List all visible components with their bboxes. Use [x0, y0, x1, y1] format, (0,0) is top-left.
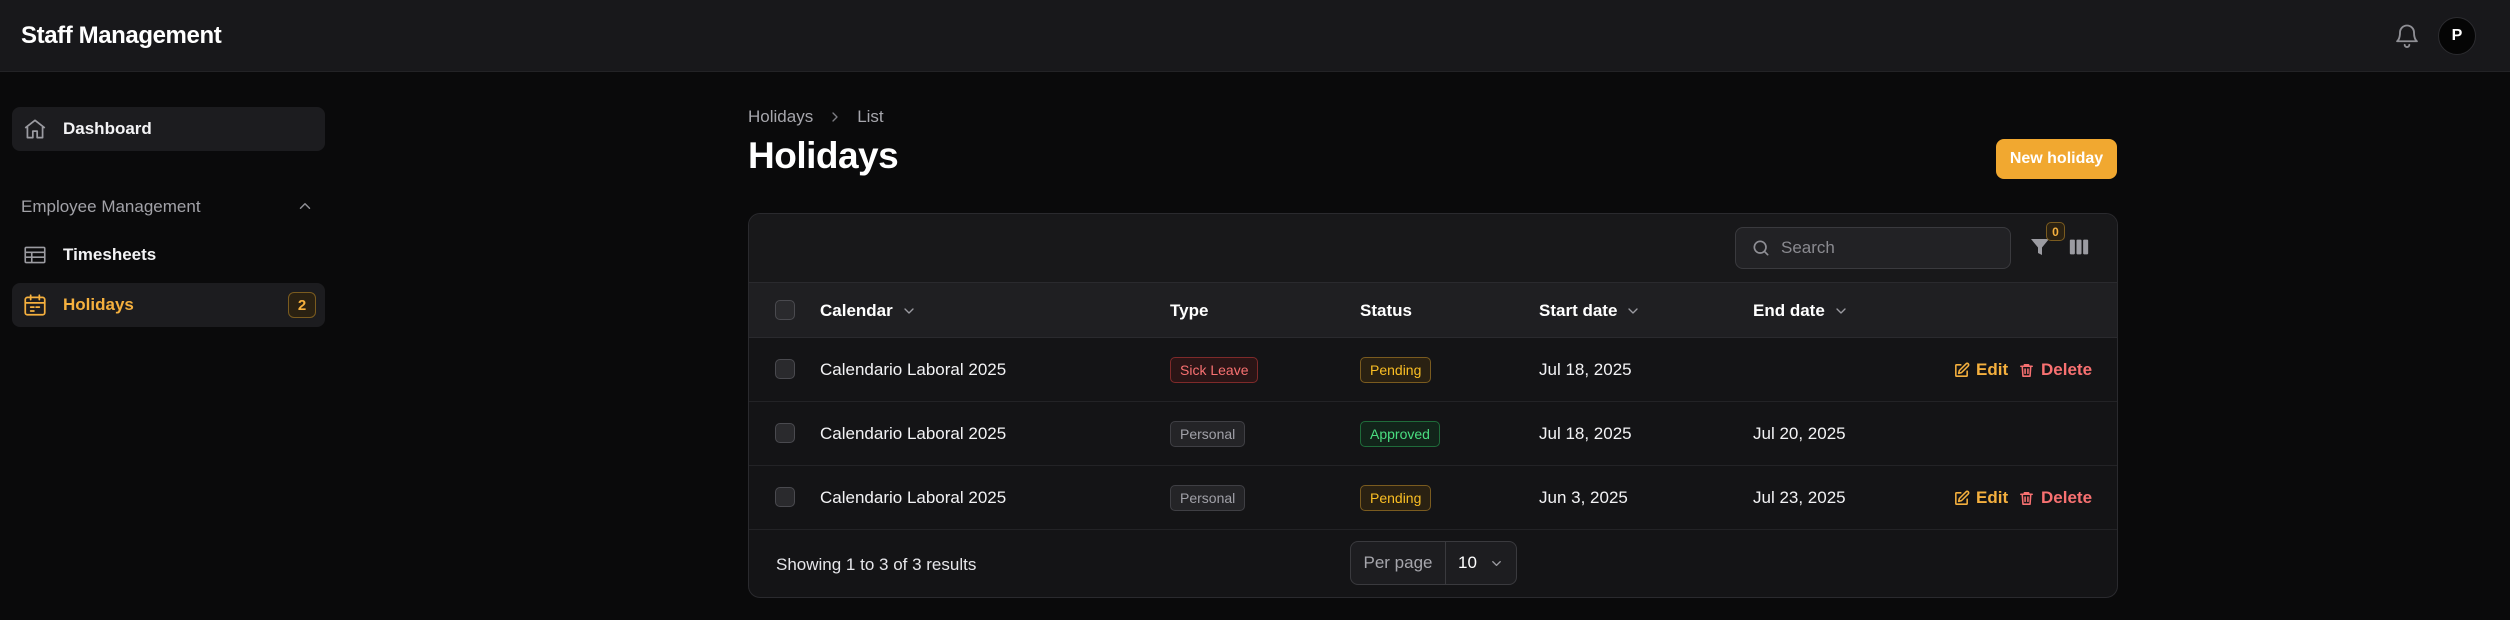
sidebar-item-holidays[interactable]: Holidays 2 — [12, 283, 325, 327]
trash-icon — [2020, 491, 2033, 505]
search-input[interactable] — [1781, 238, 2001, 258]
delete-label: Delete — [2041, 488, 2093, 507]
table-icon — [24, 246, 46, 264]
status-badge: Pending — [1360, 485, 1432, 511]
select-all-checkbox[interactable] — [775, 300, 795, 320]
status-badge: Pending — [1360, 357, 1432, 383]
type-badge: Personal — [1170, 485, 1246, 511]
sidebar: Dashboard Employee Management Timesheets… — [0, 73, 340, 620]
edit-label: Edit — [1976, 360, 2009, 379]
holidays-count-badge: 2 — [288, 292, 316, 318]
cell-start-date: Jun 3, 2025 — [1539, 488, 1628, 507]
trash-icon — [2020, 363, 2033, 377]
sidebar-item-label: Timesheets — [63, 245, 157, 264]
column-header-type: Type — [1170, 301, 1209, 320]
chevron-down-icon — [904, 308, 914, 314]
table-row[interactable]: Calendario Laboral 2025 Personal Pending… — [749, 466, 2117, 530]
holidays-table-card: 0 Calendar Type Status Start date End da… — [748, 213, 2118, 598]
table-row[interactable]: Calendario Laboral 2025 Sick Leave Pendi… — [749, 338, 2117, 402]
column-label: Calendar — [820, 301, 893, 320]
edit-icon — [1955, 490, 1970, 505]
top-bar: Staff Management P — [0, 0, 2510, 72]
per-page-select[interactable]: Per page 10 — [1350, 541, 1517, 585]
column-header-status: Status — [1360, 301, 1412, 320]
sidebar-item-timesheets[interactable]: Timesheets — [12, 233, 325, 277]
type-badge: Personal — [1170, 421, 1246, 447]
delete-label: Delete — [2041, 360, 2093, 379]
per-page-value[interactable]: 10 — [1446, 542, 1516, 584]
cell-start-date: Jul 18, 2025 — [1539, 424, 1632, 443]
row-checkbox[interactable] — [775, 359, 795, 379]
sidebar-group-label: Employee Management — [21, 197, 201, 216]
delete-button[interactable]: Delete — [2018, 488, 2092, 508]
per-page-label: Per page — [1351, 542, 1446, 584]
breadcrumb-holidays[interactable]: Holidays — [748, 107, 813, 127]
search-box[interactable] — [1735, 227, 2011, 269]
edit-icon — [1955, 362, 1970, 377]
cell-end-date: Jul 23, 2025 — [1753, 488, 1846, 507]
chevron-down-icon — [1836, 308, 1846, 314]
delete-button[interactable]: Delete — [2018, 360, 2092, 380]
sidebar-item-dashboard[interactable]: Dashboard — [12, 107, 325, 151]
column-header-calendar[interactable]: Calendar — [820, 283, 917, 339]
column-label: End date — [1753, 301, 1825, 320]
app-title[interactable]: Staff Management — [21, 22, 222, 50]
cell-calendar: Calendario Laboral 2025 — [820, 488, 1007, 507]
filter-count-badge: 0 — [2046, 222, 2065, 241]
sidebar-item-label: Holidays — [63, 295, 134, 314]
table-toolbar: 0 — [749, 214, 2117, 282]
column-label: Start date — [1539, 301, 1618, 320]
chevron-right-icon — [832, 112, 838, 122]
chevron-up-icon[interactable] — [296, 197, 314, 215]
chevron-down-icon — [1492, 560, 1501, 566]
status-badge: Approved — [1360, 421, 1440, 447]
page-title: Holidays — [748, 135, 899, 176]
edit-button[interactable]: Edit — [1953, 488, 2008, 508]
columns-icon[interactable] — [2068, 236, 2090, 258]
per-page-value-text: 10 — [1458, 553, 1477, 572]
cell-calendar: Calendario Laboral 2025 — [820, 360, 1007, 379]
chevron-down-icon — [1628, 308, 1639, 314]
row-checkbox[interactable] — [775, 423, 795, 443]
bell-icon[interactable] — [2393, 22, 2421, 50]
column-header-start-date[interactable]: Start date — [1539, 283, 1641, 339]
breadcrumb: Holidays List — [748, 107, 884, 127]
new-holiday-button[interactable]: New holiday — [1996, 139, 2117, 179]
column-header-end-date[interactable]: End date — [1753, 283, 1849, 339]
table-row[interactable]: Calendario Laboral 2025 Personal Approve… — [749, 402, 2117, 466]
results-summary: Showing 1 to 3 of 3 results — [776, 554, 977, 574]
table-header: Calendar Type Status Start date End date — [749, 282, 2117, 338]
breadcrumb-list: List — [857, 107, 884, 126]
edit-label: Edit — [1976, 488, 2009, 507]
home-icon — [24, 119, 46, 139]
sidebar-item-label: Dashboard — [63, 119, 152, 138]
row-checkbox[interactable] — [775, 487, 795, 507]
search-icon — [1753, 240, 1769, 256]
table-footer: Showing 1 to 3 of 3 results Per page 10 — [749, 530, 2117, 597]
calendar-icon — [24, 294, 46, 316]
cell-calendar: Calendario Laboral 2025 — [820, 424, 1007, 443]
cell-start-date: Jul 18, 2025 — [1539, 360, 1632, 379]
cell-end-date: Jul 20, 2025 — [1753, 424, 1846, 443]
edit-button[interactable]: Edit — [1953, 360, 2008, 380]
type-badge: Sick Leave — [1170, 357, 1259, 383]
avatar[interactable]: P — [2438, 17, 2476, 55]
